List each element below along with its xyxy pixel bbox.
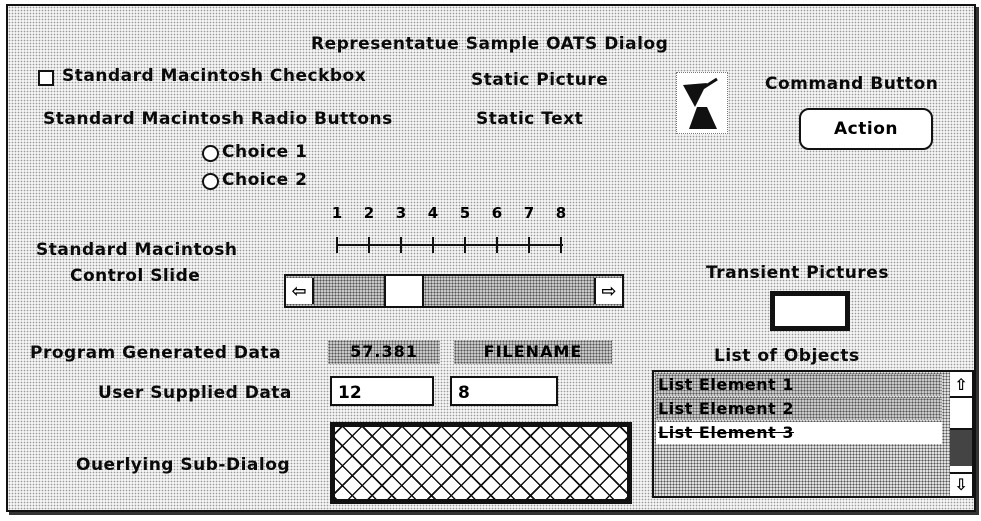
overlying-subdialog[interactable] (330, 422, 632, 504)
ruler-tick-label: 7 (523, 204, 535, 222)
user-input-1[interactable]: 12 (330, 376, 434, 406)
transient-picture (770, 291, 850, 331)
ruler-tick-label: 5 (459, 204, 471, 222)
ruler-tick (368, 237, 370, 253)
ruler-tick-label: 3 (395, 204, 407, 222)
checkbox-label[interactable]: Standard Macintosh Checkbox (62, 66, 366, 86)
ruler-tick (528, 237, 530, 253)
ruler-tick-label: 4 (427, 204, 439, 222)
generated-data-label: Program Generated Data (30, 343, 282, 363)
list-label: List of Objects (714, 346, 860, 366)
user-input-2[interactable]: 8 (450, 376, 558, 406)
ruler-tick (464, 237, 466, 253)
list-item[interactable]: List Element 3 (656, 422, 942, 444)
command-button-label: Command Button (765, 74, 939, 94)
list-down-arrow-icon[interactable]: ⇩ (950, 472, 972, 496)
list-scroll-thumb[interactable] (950, 402, 972, 430)
generated-value-1: 57.381 (328, 340, 440, 364)
slider-right-arrow-icon[interactable]: ⇨ (594, 278, 622, 304)
slider-label-line2: Control Slide (70, 266, 201, 286)
list-box[interactable]: List Element 1 List Element 2 List Eleme… (652, 370, 954, 498)
subdialog-label: Ouerlying Sub-Dialog (76, 455, 291, 475)
list-item[interactable]: List Element 1 (656, 374, 942, 396)
dialog-window: Representatue Sample OATS Dialog Standar… (6, 4, 976, 512)
list-up-arrow-icon[interactable]: ⇧ (950, 374, 972, 398)
static-text-label: Static Text (476, 109, 584, 129)
ruler-tick (336, 237, 338, 253)
static-picture-label: Static Picture (471, 70, 609, 90)
list-scroll-track[interactable] (950, 430, 972, 466)
slider-label-line1: Standard Macintosh (36, 240, 238, 260)
slider-left-arrow-icon[interactable]: ⇦ (286, 278, 314, 304)
radar-dish-icon (683, 77, 718, 129)
ruler-tick-label: 6 (491, 204, 503, 222)
transient-pictures-label: Transient Pictures (706, 263, 889, 283)
radio-choice-1[interactable] (202, 145, 219, 162)
action-button[interactable]: Action (799, 108, 933, 150)
user-data-label: User Supplied Data (98, 383, 292, 403)
ruler-tick (560, 237, 562, 253)
ruler-tick (496, 237, 498, 253)
ruler-tick-label: 1 (331, 204, 343, 222)
dialog-title: Representatue Sample OATS Dialog (311, 34, 669, 54)
ruler-tick-label: 2 (363, 204, 375, 222)
radio-choice-1-label[interactable]: Choice 1 (222, 142, 307, 162)
ruler-tick (400, 237, 402, 253)
radio-group-label: Standard Macintosh Radio Buttons (43, 109, 393, 129)
ruler-tick-label: 8 (555, 204, 567, 222)
radio-choice-2[interactable] (202, 173, 219, 190)
ruler-tick (432, 237, 434, 253)
slider-thumb[interactable] (384, 276, 424, 306)
static-picture (676, 72, 728, 134)
list-item[interactable]: List Element 2 (656, 398, 942, 420)
checkbox[interactable] (38, 70, 54, 86)
control-slider[interactable]: ⇦ ⇨ (284, 274, 624, 308)
generated-value-2: FILENAME (454, 340, 612, 364)
list-scrollbar[interactable]: ⇧ ⇩ (950, 370, 974, 498)
radio-choice-2-label[interactable]: Choice 2 (222, 170, 307, 190)
